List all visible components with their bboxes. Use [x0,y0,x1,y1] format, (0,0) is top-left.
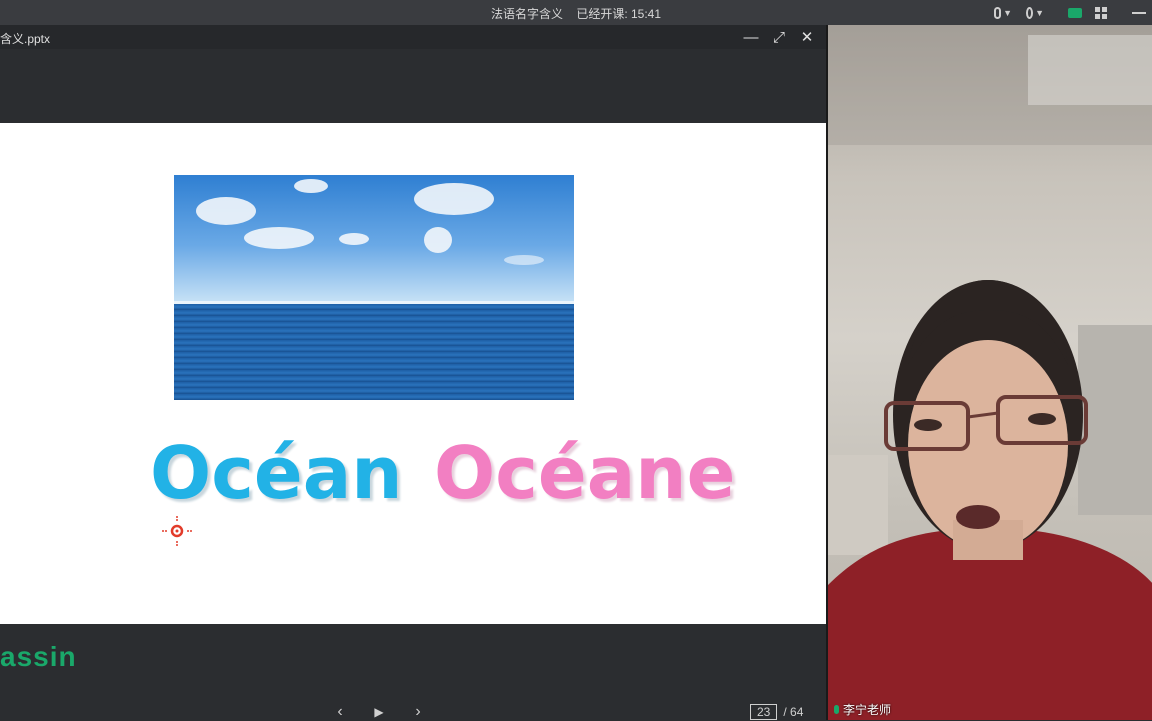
word-ocean: Océan [150,431,403,515]
presentation-panel: 含义.pptx — ⤢ ✕ Océan Océane assin ‹ ▶ › 2… [0,25,826,720]
top-bar-controls: ▼ ▼ [986,0,1152,25]
minimize-button[interactable]: — [737,25,765,49]
ocean-image [174,175,574,400]
fullscreen-button[interactable]: ⤢ [765,25,793,49]
camera-icon[interactable]: ▼ [1026,5,1044,21]
file-name: 含义.pptx [0,32,51,46]
close-button[interactable]: ✕ [793,25,821,49]
class-status: 已经开课: 15:41 [576,7,662,21]
presentation-header: 含义.pptx — ⤢ ✕ [0,25,826,49]
course-title: 法语名字含义 [490,7,563,21]
page-indicator: 23 / 64 [750,704,803,720]
brand-logo: assin [0,641,77,672]
teacher-video: 李宁老师 [826,25,1152,720]
microphone-icon[interactable]: ▼ [994,5,1012,21]
previous-slide-button[interactable]: ‹ [330,703,350,720]
minimize-window-icon[interactable] [1130,5,1148,21]
word-oceane: Océane [434,431,736,515]
chevron-down-icon[interactable]: ▼ [1003,8,1012,18]
chevron-down-icon[interactable]: ▼ [1035,8,1044,18]
teacher-portrait [828,25,1152,720]
layout-grid-icon[interactable] [1092,5,1110,21]
play-button[interactable]: ▶ [369,704,389,720]
microphone-active-icon [834,705,839,714]
next-slide-button[interactable]: › [408,703,428,720]
current-page-input[interactable]: 23 [750,704,778,720]
top-bar: 法语名字含义 已经开课: 15:41 ▼ ▼ [0,0,1152,25]
teacher-name-label: 李宁老师 [834,701,891,718]
teacher-name: 李宁老师 [843,703,892,717]
video-on-icon[interactable] [1066,5,1084,21]
total-pages: / 64 [783,705,804,719]
session-title: 法语名字含义 已经开课: 15:41 [0,5,1152,22]
slide-canvas[interactable]: Océan Océane [0,123,826,624]
laser-pointer-icon [162,516,192,546]
